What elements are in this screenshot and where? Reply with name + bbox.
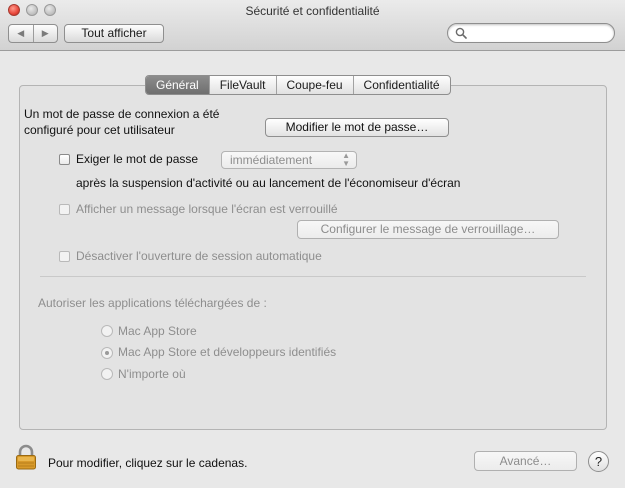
tab-firewall[interactable]: Coupe-feu [277,76,354,94]
forward-button[interactable]: ▶ [34,25,58,42]
section-divider [40,276,586,277]
require-password-checkbox[interactable] [59,154,70,165]
back-forward-control: ◀ ▶ [8,24,58,43]
set-lock-message-button[interactable]: Configurer le message de verrouillage… [297,220,559,239]
tab-bar: Général FileVault Coupe-feu Confidential… [145,75,451,95]
password-delay-select[interactable]: immédiatement ▲ ▼ [221,151,357,169]
preferences-window: Sécurité et confidentialité ◀ ▶ Tout aff… [0,0,625,488]
allow-apps-label: Autoriser les applications téléchargées … [38,296,267,310]
tab-general[interactable]: Général [146,76,210,94]
tab-privacy[interactable]: Confidentialité [354,76,450,94]
disable-autologin-checkbox[interactable] [59,251,70,262]
source-mac-app-store-label: Mac App Store [118,324,197,338]
lock-message: Pour modifier, cliquez sur le cadenas. [48,456,248,470]
select-arrows-icon: ▲ ▼ [342,151,350,168]
window-title: Sécurité et confidentialité [245,4,380,18]
source-mac-app-store-radio[interactable] [101,325,113,337]
tab-filevault[interactable]: FileVault [210,76,277,94]
back-button[interactable]: ◀ [9,25,34,42]
toolbar: Sécurité et confidentialité ◀ ▶ Tout aff… [0,0,625,51]
source-anywhere-radio[interactable] [101,368,113,380]
password-set-text: Un mot de passe de connexion a été confi… [24,107,220,137]
source-identified-developers-label: Mac App Store et développeurs identifiés [118,345,337,359]
search-field[interactable] [447,23,615,43]
advanced-button[interactable]: Avancé… [474,451,577,471]
help-button[interactable]: ? [588,451,609,472]
magnifier-icon [455,27,467,39]
change-password-button[interactable]: Modifier le mot de passe… [265,118,449,137]
show-message-checkbox[interactable] [59,204,70,215]
disable-autologin-label: Désactiver l'ouverture de session automa… [76,249,322,263]
source-anywhere-label: N'importe où [118,367,186,381]
source-identified-developers-radio[interactable] [101,347,113,359]
password-delay-value: immédiatement [230,153,313,167]
require-password-label: Exiger le mot de passe [76,152,199,166]
padlock-icon[interactable] [15,444,37,470]
after-sleep-text: après la suspension d'activité ou au lan… [76,176,461,190]
show-message-label: Afficher un message lorsque l'écran est … [76,202,338,216]
search-input[interactable] [470,26,610,42]
show-all-button[interactable]: Tout afficher [64,24,164,43]
